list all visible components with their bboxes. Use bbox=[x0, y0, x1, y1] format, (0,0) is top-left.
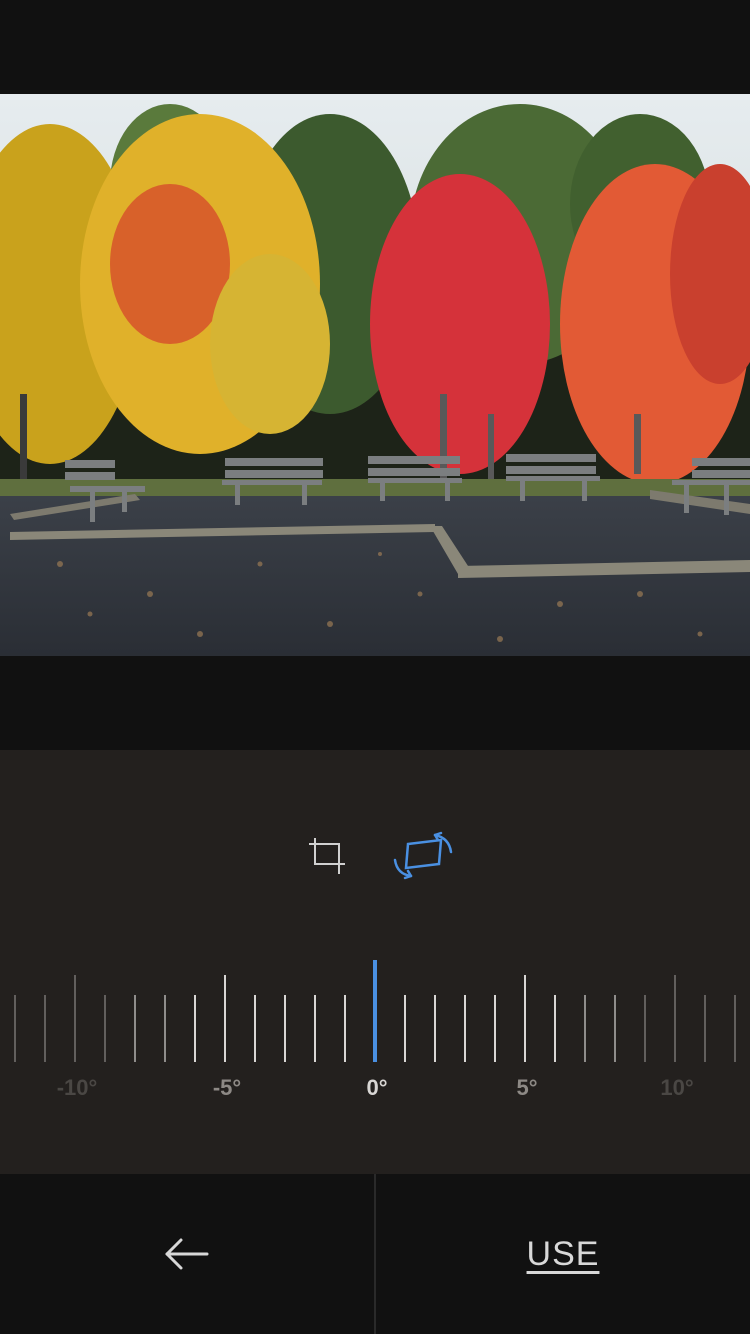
arrow-left-icon bbox=[165, 1238, 209, 1270]
ruler-label-0: 0° bbox=[366, 1075, 388, 1100]
crop-icon[interactable] bbox=[297, 830, 357, 882]
rotate-straighten-icon[interactable] bbox=[393, 830, 453, 882]
use-button[interactable]: USE bbox=[376, 1174, 750, 1334]
ruler-label-minus-10: -10° bbox=[56, 1075, 98, 1100]
ruler-label-5: 5° bbox=[516, 1075, 538, 1100]
use-label: USE bbox=[526, 1234, 600, 1273]
photo-margin-bottom bbox=[0, 656, 750, 750]
photo-preview bbox=[0, 94, 750, 656]
ruler-label-minus-5: -5° bbox=[212, 1075, 242, 1100]
top-bar bbox=[0, 0, 750, 94]
ruler-label-10: 10° bbox=[660, 1075, 694, 1100]
back-button[interactable] bbox=[0, 1174, 374, 1334]
